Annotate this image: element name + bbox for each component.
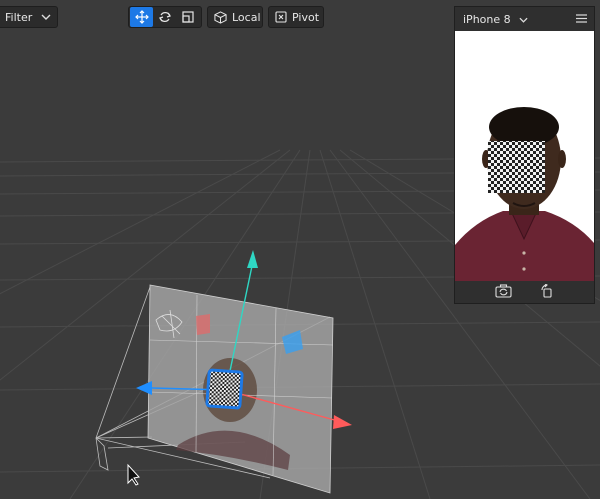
device-label: iPhone 8 — [463, 12, 511, 26]
pivot-button[interactable]: Pivot — [268, 6, 324, 28]
device-dropdown[interactable]: iPhone 8 — [463, 13, 528, 26]
selected-face-texture[interactable] — [205, 368, 244, 410]
local-space-button[interactable]: Local — [207, 6, 263, 28]
scale-icon — [181, 10, 195, 24]
cube-icon — [214, 10, 227, 24]
rotate-tool-button[interactable] — [153, 7, 176, 27]
move-tool-button[interactable] — [130, 7, 154, 27]
preview-screen — [455, 31, 594, 281]
filter-label: Filter — [5, 10, 33, 24]
chevron-down-icon — [519, 13, 528, 26]
pivot-label: Pivot — [292, 10, 320, 24]
transform-tools — [128, 6, 202, 28]
preview-footer — [455, 281, 594, 303]
scale-tool-button[interactable] — [177, 7, 200, 27]
pivot-icon — [275, 11, 287, 23]
device-preview-panel: iPhone 8 — [454, 6, 595, 304]
move-icon — [134, 10, 149, 24]
local-label: Local — [232, 10, 261, 24]
face-texture-preview — [488, 141, 545, 193]
mouse-cursor-icon — [127, 463, 140, 486]
preview-header: iPhone 8 — [455, 7, 594, 31]
z-axis-arrow[interactable] — [136, 381, 152, 395]
preview-person-image — [455, 31, 594, 281]
rotate-icon — [158, 10, 172, 24]
rotate-device-icon[interactable] — [540, 283, 554, 302]
switch-camera-icon[interactable] — [495, 283, 512, 302]
menu-icon[interactable] — [576, 13, 587, 26]
chevron-down-icon — [41, 14, 51, 20]
y-axis-arrow[interactable] — [247, 250, 258, 268]
red-marker — [196, 314, 210, 335]
filter-dropdown[interactable]: Filter — [0, 6, 58, 28]
x-axis-arrow[interactable] — [333, 415, 352, 429]
